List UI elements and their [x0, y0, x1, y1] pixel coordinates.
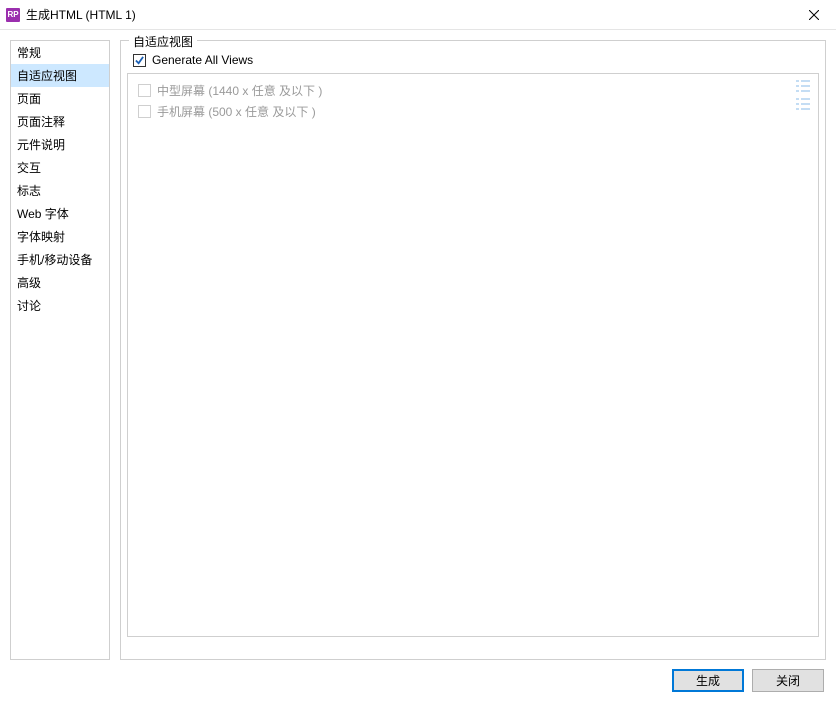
sidebar-item-discuss[interactable]: 讨论 — [11, 294, 109, 317]
view-label: 中型屏幕 (1440 x 任意 及以下 ) — [157, 82, 322, 99]
sidebar-item-widget-notes[interactable]: 元件说明 — [11, 133, 109, 156]
sidebar-item-adaptive-views[interactable]: 自适应视图 — [11, 64, 109, 87]
view-checkbox[interactable] — [138, 84, 151, 97]
close-button[interactable]: 关闭 — [752, 669, 824, 692]
sidebar-item-page-notes[interactable]: 页面注释 — [11, 110, 109, 133]
view-label: 手机屏幕 (500 x 任意 及以下 ) — [157, 103, 316, 120]
view-checkbox[interactable] — [138, 105, 151, 118]
checkmark-icon — [135, 56, 144, 65]
list-view-toggle-group — [796, 80, 812, 110]
close-icon — [809, 10, 819, 20]
generate-all-checkbox[interactable] — [133, 54, 146, 67]
generate-all-row: Generate All Views — [133, 53, 819, 67]
list-view-icon-1[interactable] — [796, 80, 812, 92]
fieldset-legend: 自适应视图 — [129, 33, 197, 50]
view-item-phone[interactable]: 手机屏幕 (500 x 任意 及以下 ) — [134, 101, 812, 122]
sidebar-item-general[interactable]: 常规 — [11, 41, 109, 64]
views-listbox: 中型屏幕 (1440 x 任意 及以下 ) 手机屏幕 (500 x 任意 及以下… — [127, 73, 819, 637]
titlebar: RP 生成HTML (HTML 1) — [0, 0, 836, 30]
list-view-icon-2[interactable] — [796, 98, 812, 110]
sidebar-item-advanced[interactable]: 高级 — [11, 271, 109, 294]
dialog-footer: 生成 关闭 — [0, 660, 836, 700]
sidebar-item-logo[interactable]: 标志 — [11, 179, 109, 202]
generate-all-label: Generate All Views — [152, 53, 253, 67]
window-title: 生成HTML (HTML 1) — [26, 6, 136, 23]
main-panel: 自适应视图 Generate All Views 中型屏幕 (1440 x 任意… — [120, 40, 826, 660]
dialog-body: 常规 自适应视图 页面 页面注释 元件说明 交互 标志 Web 字体 字体映射 … — [0, 30, 836, 660]
sidebar-item-interactions[interactable]: 交互 — [11, 156, 109, 179]
adaptive-views-fieldset: 自适应视图 Generate All Views 中型屏幕 (1440 x 任意… — [120, 40, 826, 660]
sidebar-item-mobile[interactable]: 手机/移动设备 — [11, 248, 109, 271]
app-icon: RP — [6, 8, 20, 22]
generate-button[interactable]: 生成 — [672, 669, 744, 692]
sidebar: 常规 自适应视图 页面 页面注释 元件说明 交互 标志 Web 字体 字体映射 … — [10, 40, 110, 660]
sidebar-item-pages[interactable]: 页面 — [11, 87, 109, 110]
view-item-medium[interactable]: 中型屏幕 (1440 x 任意 及以下 ) — [134, 80, 812, 101]
window-close-button[interactable] — [791, 0, 836, 30]
sidebar-item-web-fonts[interactable]: Web 字体 — [11, 202, 109, 225]
sidebar-item-font-mapping[interactable]: 字体映射 — [11, 225, 109, 248]
